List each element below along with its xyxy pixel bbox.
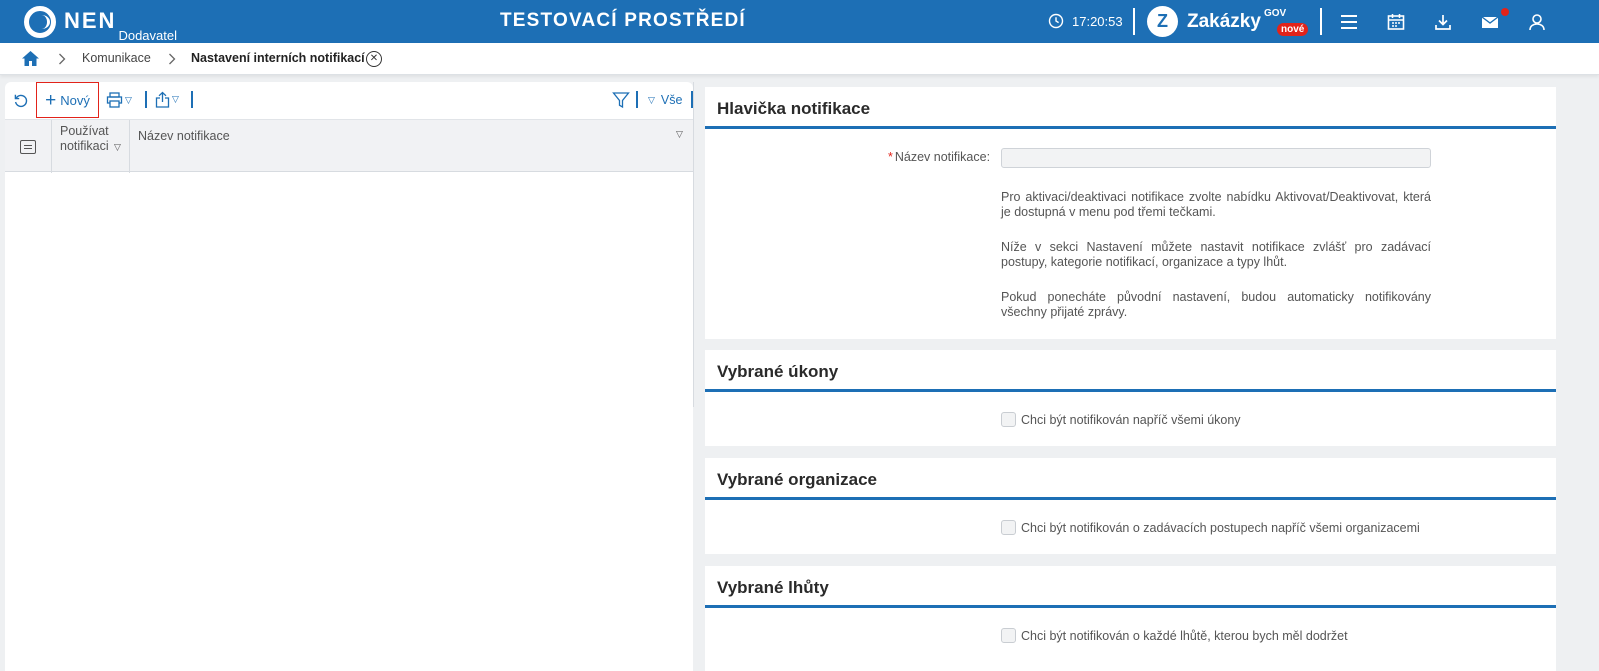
section-selected-organizations: Vybrané organizace Chci být notifikován … (705, 458, 1556, 554)
clock-time: 17:20:53 (1072, 13, 1123, 29)
header-divider (1320, 8, 1322, 35)
close-tab-icon[interactable]: ✕ (366, 51, 382, 67)
sort-caret-icon[interactable]: ▽ (676, 129, 683, 140)
checkbox-label: Chci být notifikován o každé lhůtě, kter… (1021, 628, 1348, 643)
logo-subtitle: Dodavatel (118, 28, 177, 43)
required-asterisk: * (888, 150, 893, 164)
caret-down-icon: ▽ (172, 94, 179, 104)
notification-name-input[interactable] (1001, 148, 1431, 168)
header-divider (1133, 8, 1135, 35)
menu-icon[interactable] (1339, 12, 1359, 32)
notifications-list-panel: + Nový ▽ ▽ ▽ Vše Používat notifikaci ▽ N… (5, 82, 693, 671)
zakazky-logo-icon: Z (1147, 6, 1178, 37)
plus-icon: + (45, 89, 57, 111)
caret-down-icon: ▽ (125, 94, 132, 105)
checkbox-label: Chci být notifikován napříč všemi úkony (1021, 412, 1241, 427)
zakazky-gov-sup: GOV (1263, 8, 1287, 19)
chevron-right-icon (169, 53, 176, 65)
printer-icon (106, 92, 123, 108)
breadcrumb: Komunikace Nastavení interních notifikac… (0, 43, 1599, 75)
help-text: Pokud ponecháte původní nastavení, budou… (1001, 290, 1431, 319)
zakazky-gov-link[interactable]: Z Zakázky GOV nové (1147, 6, 1309, 37)
grid-header: Používat notifikaci ▽ Název notifikace ▽ (5, 119, 693, 173)
column-header-notification-name[interactable]: Název notifikace (138, 129, 230, 143)
help-text: Pro aktivaci/deaktivaci notifikace zvolt… (1001, 190, 1431, 219)
all-organizations-checkbox[interactable] (1001, 520, 1016, 535)
section-title: Vybrané lhůty (717, 578, 829, 597)
all-deadlines-checkbox[interactable] (1001, 628, 1016, 643)
all-actions-checkbox-row[interactable]: Chci být notifikován napříč všemi úkony (1001, 412, 1241, 427)
toolbar-divider (636, 91, 638, 108)
list-toolbar: + Nový ▽ ▽ ▽ Vše (5, 82, 693, 119)
clock-icon (1048, 13, 1064, 29)
section-divider (705, 605, 1556, 608)
download-icon[interactable] (1433, 12, 1453, 32)
section-title: Vybrané úkony (717, 362, 839, 381)
environment-title: TESTOVACÍ PROSTŘEDÍ (500, 10, 746, 31)
nen-logo[interactable]: NEN Dodavatel (24, 5, 177, 43)
caret-down-icon: ▽ (648, 94, 655, 105)
help-text: Níže v sekci Nastavení můžete nastavit n… (1001, 240, 1431, 269)
share-export-icon (155, 91, 170, 108)
top-bar: NEN Dodavatel TESTOVACÍ PROSTŘEDÍ 17:20:… (0, 0, 1599, 43)
section-notification-header: Hlavička notifikace * Název notifikace: P… (705, 87, 1556, 339)
notification-name-label-text: Název notifikace: (894, 150, 991, 164)
breadcrumb-item-komunikace[interactable]: Komunikace (82, 51, 151, 65)
column-header-label: Používat notifikaci (60, 124, 109, 153)
column-header-use-notification[interactable]: Používat notifikaci ▽ (51, 120, 130, 173)
print-button[interactable]: ▽ (106, 92, 132, 108)
new-button-label: Nový (60, 92, 90, 108)
all-organizations-checkbox-row[interactable]: Chci být notifikován o zadávacích postup… (1001, 520, 1420, 535)
mail-icon[interactable] (1480, 12, 1500, 32)
home-icon[interactable] (21, 50, 40, 67)
export-button[interactable]: ▽ (155, 91, 179, 108)
chevron-right-icon (59, 53, 66, 65)
new-badge: nové (1277, 23, 1309, 36)
all-actions-checkbox[interactable] (1001, 412, 1016, 427)
toolbar-divider (145, 91, 147, 108)
mail-notification-dot (1501, 8, 1509, 16)
new-button[interactable]: + Nový (36, 82, 99, 118)
all-deadlines-checkbox-row[interactable]: Chci být notifikován o každé lhůtě, kter… (1001, 628, 1348, 643)
section-divider (705, 497, 1556, 500)
view-selector-all[interactable]: ▽ Vše (648, 93, 682, 107)
nen-logo-icon (24, 6, 56, 38)
notification-name-label: * Název notifikace: (888, 150, 990, 164)
refresh-icon[interactable] (13, 93, 29, 109)
view-selector-label: Vše (660, 93, 683, 107)
section-selected-actions: Vybrané úkony Chci být notifikován napří… (705, 350, 1556, 446)
section-divider (705, 389, 1556, 392)
section-selected-deadlines: Vybrané lhůty Chci být notifikován o kaž… (705, 566, 1556, 671)
breadcrumb-current: Nastavení interních notifikací (191, 51, 365, 65)
section-title: Hlavička notifikace (717, 99, 871, 118)
sort-caret-icon[interactable]: ▽ (114, 142, 121, 153)
filter-icon[interactable] (612, 91, 630, 109)
checkbox-label: Chci být notifikován o zadávacích postup… (1021, 520, 1420, 535)
section-divider (705, 126, 1556, 129)
column-settings-icon[interactable] (20, 140, 36, 154)
logo-text: NEN (64, 8, 117, 33)
user-icon[interactable] (1527, 12, 1547, 32)
panel-splitter[interactable] (693, 82, 694, 407)
calendar-icon[interactable] (1386, 12, 1406, 32)
section-title: Vybrané organizace (717, 470, 877, 489)
session-clock: 17:20:53 (1048, 13, 1123, 29)
toolbar-divider (191, 91, 193, 108)
zakazky-label: Zakázky (1187, 10, 1261, 32)
